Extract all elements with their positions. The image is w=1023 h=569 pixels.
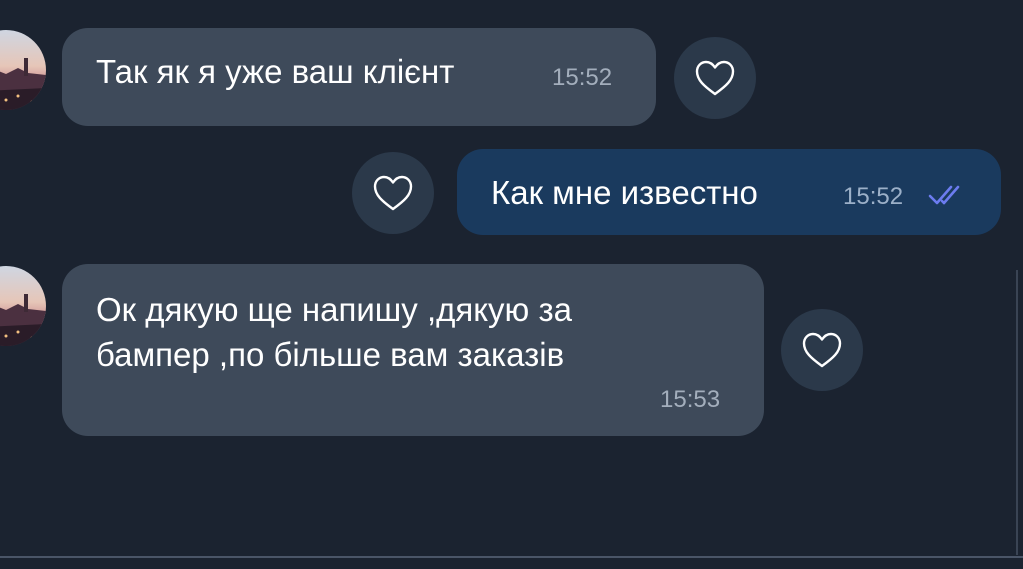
message-text-line-2: бампер ,по більше вам заказів xyxy=(96,336,565,373)
message-text: Как мне известно xyxy=(491,174,758,211)
message-time: 15:52 xyxy=(843,183,904,210)
message-text-line-1: Ок дякую ще напишу ,дякую за xyxy=(96,291,572,328)
double-check-icon xyxy=(928,185,960,205)
avatar[interactable] xyxy=(0,266,46,346)
message-bubble-outgoing[interactable]: Как мне известно 15:52 xyxy=(457,149,1001,235)
reaction-button[interactable] xyxy=(781,309,863,391)
heart-icon xyxy=(373,175,413,211)
message-text: Так як я уже ваш клієнт xyxy=(96,53,455,90)
message-bubble-incoming[interactable]: Так як я уже ваш клієнт 15:52 xyxy=(62,28,656,126)
chat-area: Так як я уже ваш клієнт 15:52 Как мне из… xyxy=(0,0,1023,569)
message-bubble-incoming[interactable]: Ок дякую ще напишу ,дякую за бампер ,по … xyxy=(62,264,764,436)
avatar[interactable] xyxy=(0,30,46,110)
message-time: 15:52 xyxy=(552,64,613,91)
message-time: 15:53 xyxy=(660,386,721,413)
reaction-button[interactable] xyxy=(352,152,434,234)
divider xyxy=(0,556,1023,558)
scroll-edge xyxy=(1016,270,1018,555)
heart-icon xyxy=(802,332,842,368)
heart-icon xyxy=(695,60,735,96)
reaction-button[interactable] xyxy=(674,37,756,119)
